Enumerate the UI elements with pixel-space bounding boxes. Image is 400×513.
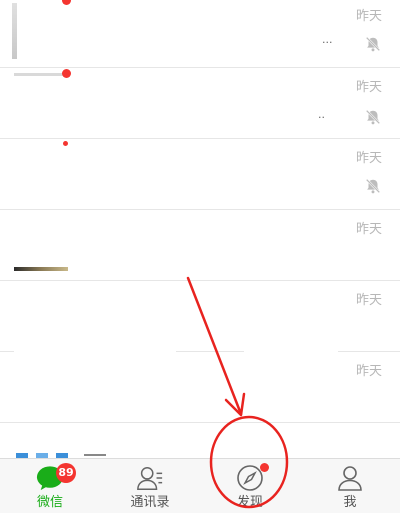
chat-row[interactable]: 昨天 (0, 281, 400, 352)
chat-time: 昨天 (355, 364, 382, 379)
contacts-icon (137, 466, 163, 490)
new-content-dot (260, 463, 269, 472)
avatar (12, 3, 17, 59)
message-preview: ... (322, 33, 333, 46)
chat-row[interactable]: 昨天 ... (0, 0, 400, 68)
chat-time: 昨天 (355, 293, 382, 308)
mute-bell-icon (365, 109, 381, 125)
unread-count-badge: 89 (56, 463, 76, 483)
tab-label: 我 (343, 495, 357, 510)
unread-dot (63, 141, 68, 146)
chat-row[interactable] (0, 423, 400, 458)
tab-label: 发现 (236, 495, 263, 510)
chat-row[interactable]: 昨天 (0, 210, 400, 281)
message-preview (84, 454, 106, 456)
chat-row[interactable]: 昨天 (0, 139, 400, 210)
tab-contacts[interactable]: 通讯录 (100, 459, 200, 513)
tab-wechat[interactable]: 89 微信 (0, 459, 100, 513)
chat-row[interactable]: 昨天 (0, 352, 400, 423)
chat-time: 昨天 (355, 222, 382, 237)
chat-time: 昨天 (355, 9, 382, 24)
message-preview: .. (318, 108, 325, 121)
tab-label: 微信 (36, 495, 63, 510)
bottom-tab-bar: 89 微信 通讯录 发现 我 (0, 458, 400, 513)
avatar (14, 73, 66, 76)
unread-dot (62, 0, 71, 5)
avatar (14, 267, 68, 271)
tab-discover[interactable]: 发现 (200, 459, 300, 513)
mute-bell-icon (365, 36, 381, 52)
chat-time: 昨天 (355, 80, 382, 95)
chat-time: 昨天 (355, 151, 382, 166)
chat-list: 昨天 ... 昨天 .. 昨天 昨天 昨天 昨天 (0, 0, 400, 458)
unread-dot (62, 69, 71, 78)
tab-me[interactable]: 我 (300, 459, 400, 513)
mute-bell-icon (365, 178, 381, 194)
chat-row[interactable]: 昨天 .. (0, 68, 400, 139)
person-icon (338, 466, 362, 491)
tab-label: 通讯录 (130, 495, 170, 510)
